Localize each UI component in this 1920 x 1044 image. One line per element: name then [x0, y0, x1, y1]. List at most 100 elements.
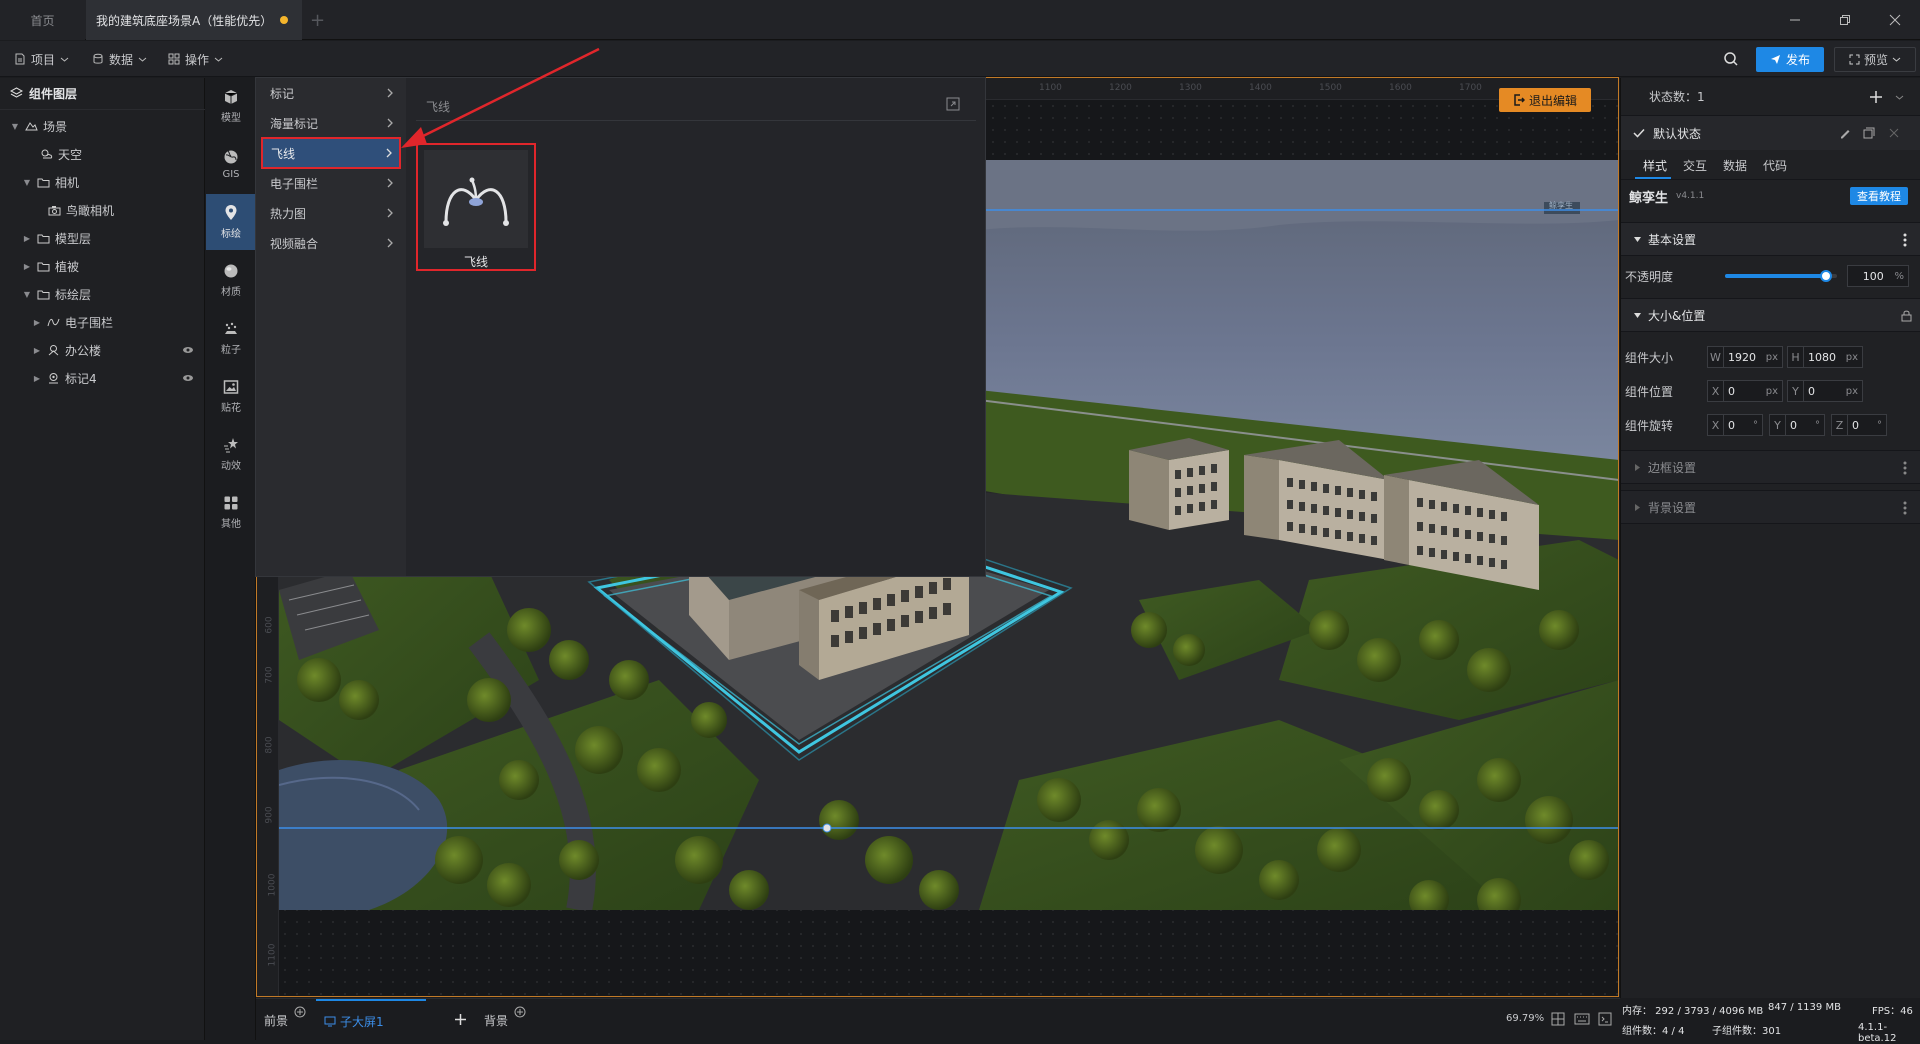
- hidden-eye-icon[interactable]: [182, 373, 194, 383]
- tab-scene-label: 我的建筑底座场景A（性能优先）: [96, 13, 273, 28]
- tree-item-marker4[interactable]: ▶ 标记4: [0, 364, 205, 392]
- tree-item-camera-folder[interactable]: ▼ 相机: [0, 168, 205, 196]
- state-count-row: 状态数：1: [1621, 78, 1920, 116]
- rotation-label: 组件旋转: [1625, 418, 1674, 433]
- tutorial-button[interactable]: 查看教程: [1850, 187, 1908, 205]
- tab-data[interactable]: 数据: [1723, 157, 1747, 174]
- more-icon[interactable]: [1903, 233, 1907, 247]
- section-border[interactable]: 边框设置: [1621, 450, 1920, 484]
- width-input[interactable]: W 1920 px: [1707, 346, 1783, 368]
- category-effect[interactable]: 动效: [206, 426, 256, 482]
- category-gis[interactable]: GIS: [206, 136, 256, 192]
- submenu-mass-marker[interactable]: 海量标记: [262, 108, 400, 138]
- expand-icon[interactable]: [946, 97, 960, 111]
- tree-item-fence[interactable]: ▶ 电子围栏: [0, 308, 205, 336]
- height-input[interactable]: H 1080 px: [1787, 346, 1863, 368]
- tree-item-aerial-camera[interactable]: 鸟瞰相机: [0, 196, 205, 224]
- size-row: 组件大小 W 1920 px H 1080 px: [1621, 343, 1920, 371]
- preview-button[interactable]: 预览: [1834, 47, 1916, 72]
- minimize-button[interactable]: [1780, 8, 1810, 32]
- particle-icon: [225, 322, 237, 334]
- preview-label: 预览: [1863, 53, 1888, 67]
- lock-icon[interactable]: [1901, 309, 1912, 322]
- category-other[interactable]: 其他: [206, 484, 256, 540]
- submenu-video-fusion[interactable]: 视频融合: [262, 228, 400, 258]
- opacity-slider-handle[interactable]: [1819, 270, 1832, 282]
- fly-line-card[interactable]: 飞线: [416, 143, 536, 271]
- globe-icon: [224, 150, 238, 163]
- send-icon: [1770, 55, 1780, 64]
- fly-line-card-label: 飞线: [463, 255, 488, 269]
- rotate-y-input[interactable]: Y 0 °: [1769, 414, 1825, 436]
- more-icon[interactable]: [1903, 461, 1907, 475]
- tree-label: 办公楼: [65, 343, 102, 358]
- category-material[interactable]: 材质: [206, 252, 256, 308]
- star-motion-icon: [224, 437, 238, 452]
- add-tab-button[interactable]: +: [310, 0, 325, 40]
- x-input[interactable]: X 0 px: [1707, 380, 1783, 402]
- tab-scene[interactable]: 我的建筑底座场景A（性能优先）: [86, 0, 302, 40]
- tab-style[interactable]: 样式: [1643, 157, 1667, 174]
- camera-icon: [48, 205, 61, 215]
- layer-panel-header: 组件图层: [0, 78, 205, 110]
- menu-operate[interactable]: 操作: [168, 47, 223, 71]
- tree-item-model-layer[interactable]: ▶ 模型层: [0, 224, 205, 252]
- category-decal[interactable]: 贴花: [206, 368, 256, 424]
- hidden-eye-icon[interactable]: [182, 345, 194, 355]
- layer-panel: 组件图层 ▼ 场景 天空 ▼ 相机 鸟瞰相机 ▶ 模型层 ▶ 植被 ▼ 标绘层 ▶ 电子围栏…: [0, 78, 205, 1040]
- tab-code[interactable]: 代码: [1763, 157, 1787, 174]
- more-icon[interactable]: [1903, 501, 1907, 515]
- child-screen-tab[interactable]: 子大屏1: [316, 999, 426, 1041]
- add-state-icon[interactable]: [1869, 90, 1883, 104]
- close-window-button[interactable]: [1880, 8, 1910, 32]
- section-size-position[interactable]: 大小&位置: [1621, 298, 1920, 332]
- menu-data[interactable]: 数据: [92, 47, 147, 71]
- tree-item-scene[interactable]: ▼ 场景: [0, 112, 205, 140]
- tree-item-office[interactable]: ▶ 办公楼: [0, 336, 205, 364]
- menu-project[interactable]: 项目: [14, 47, 69, 71]
- submenu-fence[interactable]: 电子围栏: [262, 168, 400, 198]
- add-circle-icon[interactable]: [294, 1006, 306, 1018]
- opacity-slider-track[interactable]: [1725, 270, 1837, 282]
- close-icon[interactable]: [1889, 128, 1899, 138]
- keyboard-icon[interactable]: [1574, 1013, 1590, 1025]
- tree-item-plot-layer[interactable]: ▼ 标绘层: [0, 280, 205, 308]
- search-icon[interactable]: [1723, 51, 1739, 67]
- add-icon[interactable]: [454, 1013, 467, 1026]
- category-particle[interactable]: 粒子: [206, 310, 256, 366]
- tab-home[interactable]: 首页: [0, 0, 85, 40]
- submenu-marker[interactable]: 标记: [262, 78, 400, 108]
- chevron-down-icon: [214, 57, 223, 62]
- copy-icon[interactable]: [1863, 127, 1875, 139]
- submenu-heatmap[interactable]: 热力图: [262, 198, 400, 228]
- chevron-down-icon[interactable]: [1895, 93, 1904, 102]
- add-circle-icon[interactable]: [514, 1006, 526, 1018]
- background-tab[interactable]: 背景: [484, 1012, 508, 1029]
- terminal-icon[interactable]: [1598, 1012, 1612, 1026]
- rotate-x-input[interactable]: X 0 °: [1707, 414, 1763, 436]
- chevron-right-icon: [387, 88, 393, 98]
- section-background[interactable]: 背景设置: [1621, 490, 1920, 524]
- zoom-level[interactable]: 69.79%: [1506, 1013, 1544, 1024]
- version-label: v4.1.1: [1676, 191, 1705, 201]
- fit-screen-icon[interactable]: [1551, 1012, 1565, 1026]
- default-state-row[interactable]: 默认状态: [1621, 116, 1920, 150]
- tab-interaction[interactable]: 交互: [1683, 157, 1707, 174]
- edit-icon[interactable]: [1839, 127, 1851, 139]
- foreground-tab[interactable]: 前景: [264, 1012, 288, 1029]
- publish-button[interactable]: 发布: [1756, 47, 1824, 72]
- category-model[interactable]: 模型: [206, 78, 256, 134]
- tree-item-sky[interactable]: 天空: [0, 140, 205, 168]
- exit-edit-button[interactable]: 退出编辑: [1499, 88, 1591, 112]
- y-input[interactable]: Y 0 px: [1787, 380, 1863, 402]
- restore-button[interactable]: [1830, 8, 1860, 32]
- exit-icon: [1514, 94, 1525, 106]
- tree-label: 植被: [55, 259, 80, 274]
- category-plot[interactable]: 标绘: [206, 194, 256, 250]
- tree-item-vegetation[interactable]: ▶ 植被: [0, 252, 205, 280]
- submenu-fly-line[interactable]: 飞线: [261, 137, 401, 169]
- scene-icon: [25, 122, 38, 131]
- rotate-z-input[interactable]: Z 0 °: [1831, 414, 1887, 436]
- opacity-input[interactable]: 100%: [1847, 265, 1909, 287]
- section-basic[interactable]: 基本设置: [1621, 222, 1920, 256]
